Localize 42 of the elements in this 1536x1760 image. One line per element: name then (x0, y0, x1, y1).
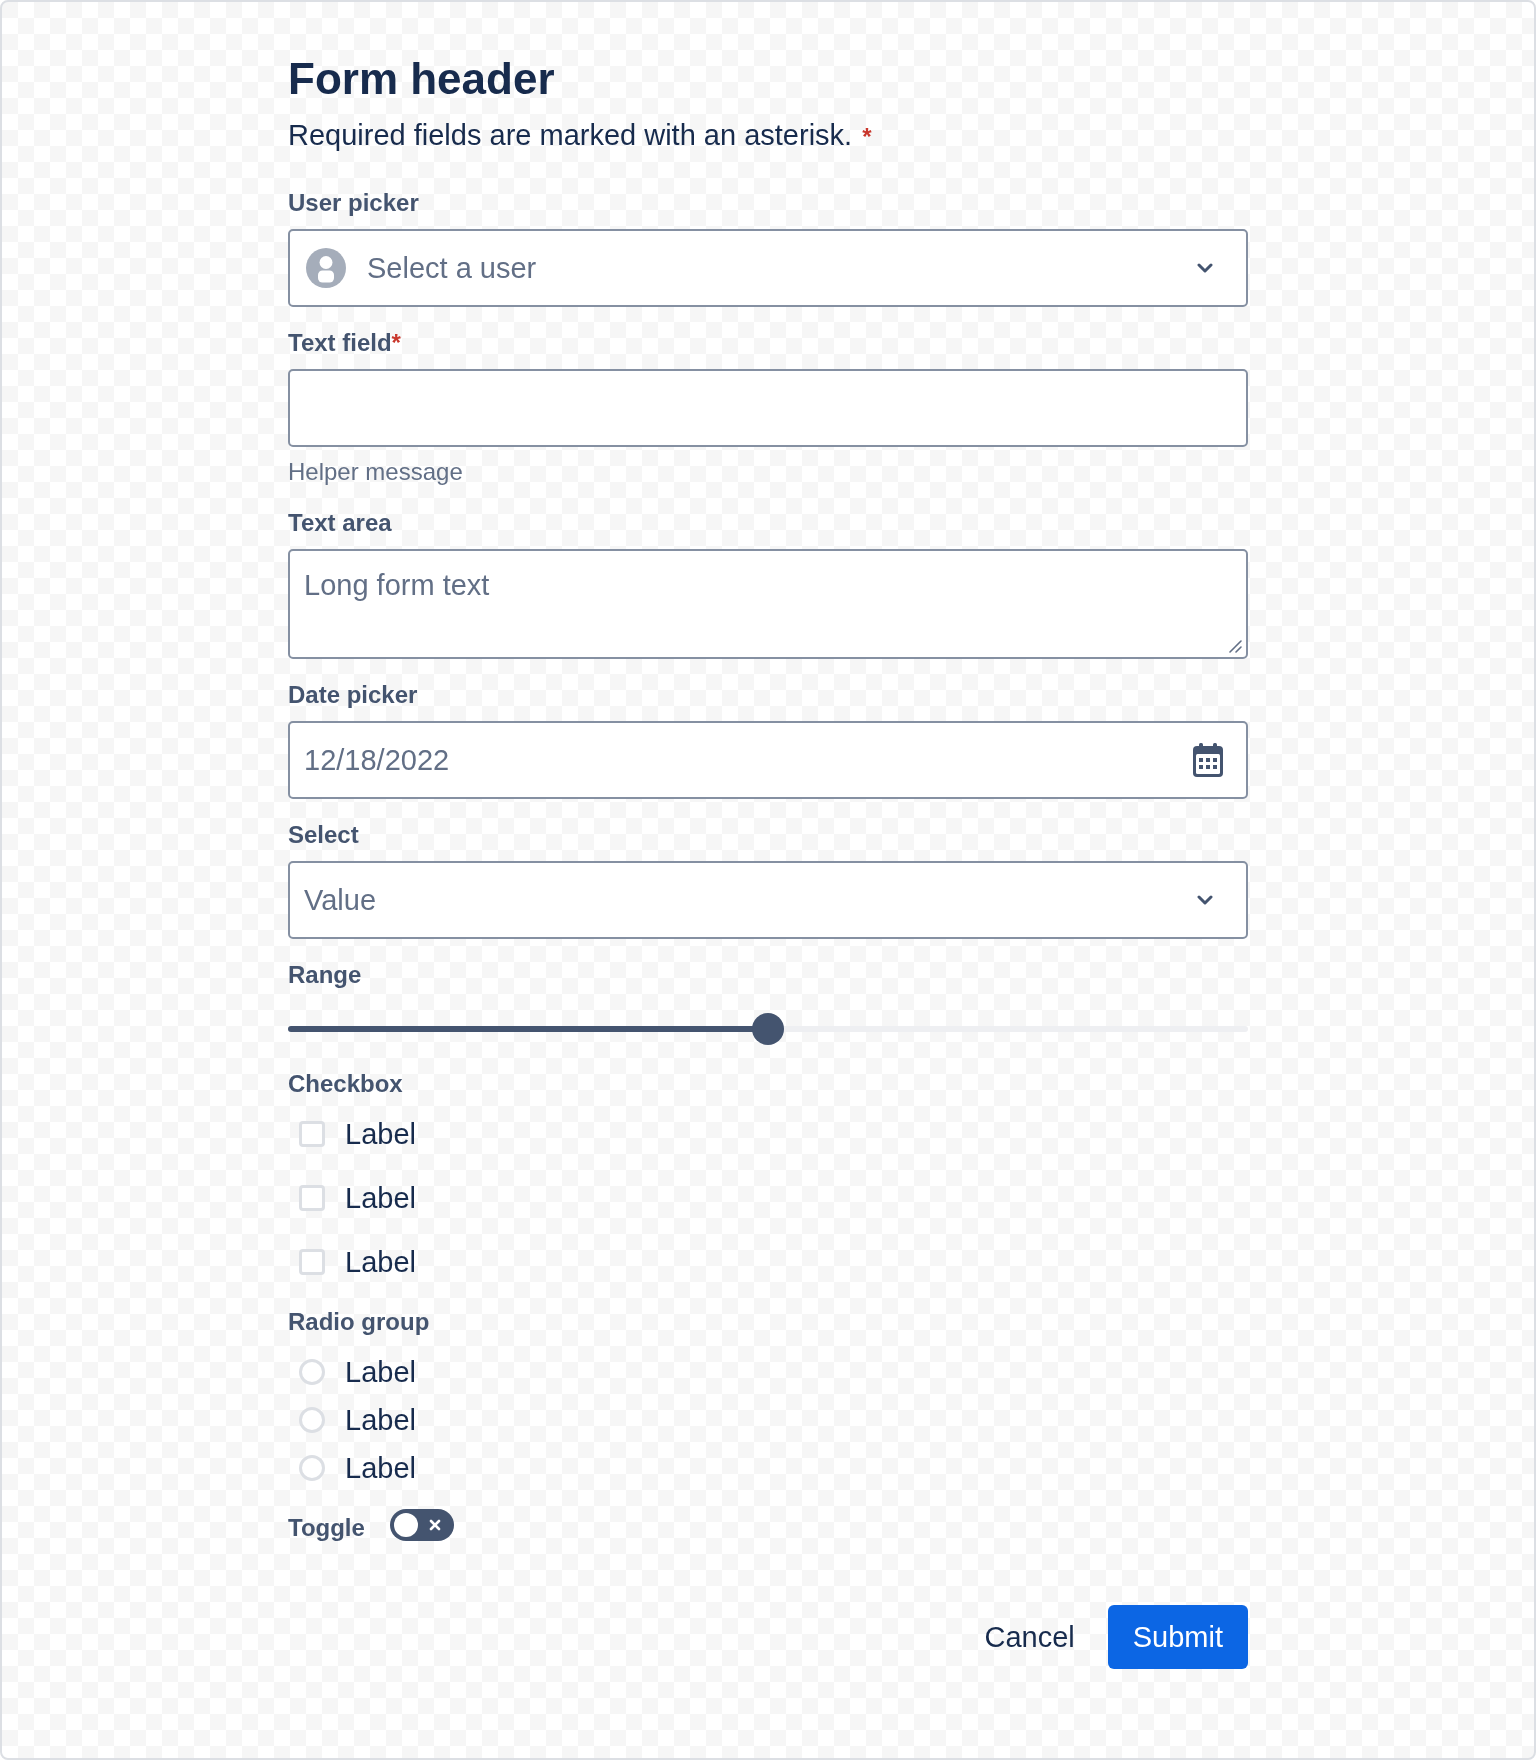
radio-button[interactable] (299, 1407, 325, 1433)
field-label: Select (288, 820, 359, 850)
radio-label[interactable]: Label (345, 1400, 416, 1440)
field-label: Text area (288, 508, 392, 538)
required-asterisk: * (862, 122, 872, 152)
user-picker-field[interactable]: Select a user (288, 229, 1248, 307)
field-label: Checkbox (288, 1069, 403, 1099)
form-title: Form header (288, 53, 556, 105)
checkbox-label[interactable]: Label (345, 1114, 416, 1154)
helper-message: Helper message (288, 457, 464, 487)
field-label: Radio group (288, 1307, 430, 1337)
required-asterisk: * (391, 328, 401, 358)
avatar-icon (306, 248, 346, 288)
textarea-field[interactable]: Long form text (288, 549, 1248, 659)
submit-button[interactable]: Submit (1107, 1605, 1248, 1669)
checkbox[interactable] (299, 1249, 325, 1275)
select-field[interactable]: Value (288, 861, 1248, 939)
toggle-switch[interactable] (389, 1509, 454, 1541)
chevron-down-icon (1197, 895, 1213, 905)
cancel-button[interactable]: Cancel (959, 1605, 1100, 1669)
cross-icon (428, 1519, 441, 1531)
radio-label[interactable]: Label (345, 1448, 416, 1488)
radio-button[interactable] (299, 1455, 325, 1481)
form-description: Required fields are marked with an asterisk. (288, 118, 853, 153)
field-label: Range (288, 960, 362, 990)
chevron-down-icon (1197, 263, 1213, 273)
date-picker-field[interactable]: 12/18/2022 (288, 721, 1248, 799)
checkbox[interactable] (299, 1185, 325, 1211)
field-label: Text field (288, 328, 392, 358)
resize-handle-icon[interactable] (1228, 639, 1242, 653)
field-label: Date picker (288, 680, 418, 710)
calendar-icon (1192, 743, 1224, 777)
range-thumb[interactable] (752, 1013, 784, 1045)
text-input-field[interactable] (288, 369, 1248, 447)
checkbox-label[interactable]: Label (345, 1178, 416, 1218)
radio-button[interactable] (299, 1359, 325, 1385)
field-label: Toggle (288, 1513, 365, 1543)
field-label: User picker (288, 188, 419, 218)
range-slider[interactable] (288, 1013, 1248, 1045)
radio-label[interactable]: Label (345, 1352, 416, 1392)
checkbox-label[interactable]: Label (345, 1242, 416, 1282)
checkbox[interactable] (299, 1121, 325, 1147)
